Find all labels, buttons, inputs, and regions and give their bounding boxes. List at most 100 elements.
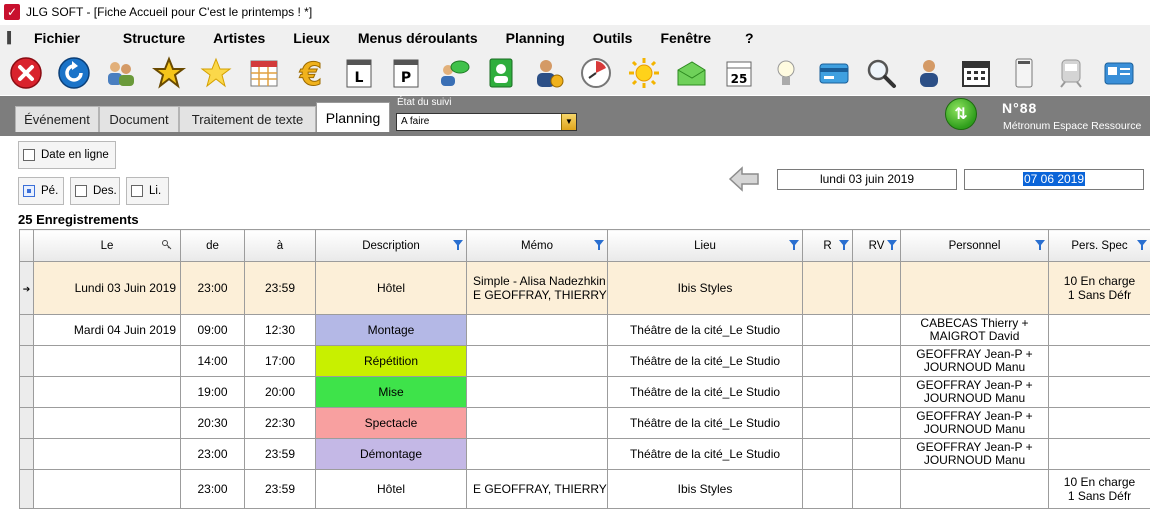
cell-personnel[interactable] bbox=[901, 470, 1049, 509]
cell-personnel[interactable]: GEOFFRAY Jean-P +JOURNOUD Manu bbox=[901, 346, 1049, 377]
user-money-icon[interactable] bbox=[531, 55, 567, 91]
cell-pers-spec[interactable]: 10 En charge1 Sans Défr bbox=[1049, 262, 1150, 315]
calendar-icon[interactable] bbox=[958, 55, 994, 91]
menu-planning[interactable]: Planning bbox=[506, 30, 565, 46]
col-rv[interactable]: RV bbox=[853, 230, 901, 262]
cell-le[interactable] bbox=[34, 408, 181, 439]
sync-icon[interactable]: ⇅ bbox=[945, 98, 977, 130]
cell-memo[interactable] bbox=[467, 377, 608, 408]
cell-a[interactable]: 17:00 bbox=[245, 346, 316, 377]
row-selector[interactable]: ➔ bbox=[20, 262, 34, 315]
suivi-select[interactable]: A faire ▼ bbox=[396, 113, 577, 131]
row-selector[interactable] bbox=[20, 408, 34, 439]
col-personnel[interactable]: Personnel bbox=[901, 230, 1049, 262]
cell-description[interactable]: Hôtel bbox=[316, 470, 467, 509]
cell-a[interactable]: 23:59 bbox=[245, 262, 316, 315]
cell-description[interactable]: Démontage bbox=[316, 439, 467, 470]
cell-lieu[interactable]: Théâtre de la cité_Le Studio bbox=[608, 408, 803, 439]
table-row[interactable]: 14:0017:00RépétitionThéâtre de la cité_L… bbox=[20, 346, 1150, 377]
date-input[interactable]: 07 06 2019 bbox=[964, 169, 1144, 190]
filter-icon[interactable] bbox=[1035, 240, 1045, 250]
tab-planning[interactable]: Planning bbox=[316, 102, 390, 132]
calendar-grid-icon[interactable] bbox=[246, 55, 282, 91]
col-description[interactable]: Description bbox=[316, 230, 467, 262]
col-pers-spec[interactable]: Pers. Spec bbox=[1049, 230, 1150, 262]
cell-description[interactable]: Spectacle bbox=[316, 408, 467, 439]
l-card-icon[interactable]: L bbox=[341, 55, 377, 91]
row-selector[interactable] bbox=[20, 377, 34, 408]
cell-memo[interactable] bbox=[467, 346, 608, 377]
menu-grip-icon[interactable]: ▌ bbox=[4, 30, 18, 46]
star-icon[interactable] bbox=[198, 55, 234, 91]
cell-le[interactable] bbox=[34, 377, 181, 408]
chat-icon[interactable] bbox=[436, 55, 472, 91]
clock-icon[interactable] bbox=[578, 55, 614, 91]
tab-traitement-de-texte[interactable]: Traitement de texte bbox=[179, 106, 316, 132]
menu-fichier[interactable]: Fichier bbox=[34, 30, 80, 46]
cell-r[interactable] bbox=[803, 346, 853, 377]
cell-r[interactable] bbox=[803, 315, 853, 346]
row-selector[interactable] bbox=[20, 470, 34, 509]
cell-personnel[interactable] bbox=[901, 262, 1049, 315]
cell-pers-spec[interactable] bbox=[1049, 408, 1150, 439]
cell-personnel[interactable]: GEOFFRAY Jean-P +JOURNOUD Manu bbox=[901, 408, 1049, 439]
col-memo[interactable]: Mémo bbox=[467, 230, 608, 262]
col-de[interactable]: de bbox=[181, 230, 245, 262]
cell-de[interactable]: 23:00 bbox=[181, 262, 245, 315]
cell-a[interactable]: 22:30 bbox=[245, 408, 316, 439]
cell-rv[interactable] bbox=[853, 408, 901, 439]
cell-a[interactable]: 23:59 bbox=[245, 470, 316, 509]
cell-a[interactable]: 20:00 bbox=[245, 377, 316, 408]
arrow-left-icon[interactable] bbox=[728, 166, 760, 192]
cell-a[interactable]: 23:59 bbox=[245, 439, 316, 470]
cell-pers-spec[interactable] bbox=[1049, 439, 1150, 470]
chevron-down-icon[interactable]: ▼ bbox=[561, 114, 576, 130]
cell-pers-spec[interactable] bbox=[1049, 315, 1150, 346]
row-selector[interactable] bbox=[20, 439, 34, 470]
cell-personnel[interactable]: CABECAS Thierry +MAIGROT David bbox=[901, 315, 1049, 346]
envelope-icon[interactable] bbox=[673, 55, 709, 91]
calendar-25-icon[interactable]: 25 bbox=[721, 55, 757, 91]
lightbulb-icon[interactable] bbox=[768, 55, 804, 91]
col-le[interactable]: Le bbox=[34, 230, 181, 262]
magnifier-icon[interactable] bbox=[863, 55, 899, 91]
cell-lieu[interactable]: Ibis Styles bbox=[608, 262, 803, 315]
cell-personnel[interactable]: GEOFFRAY Jean-P +JOURNOUD Manu bbox=[901, 377, 1049, 408]
table-row[interactable]: 23:0023:59Démontage Théâtre de la cité_Le… bbox=[20, 439, 1150, 470]
filter-pe-checkbox[interactable]: Pé. bbox=[18, 177, 64, 205]
cell-description[interactable]: Montage bbox=[316, 315, 467, 346]
menu-outils[interactable]: Outils bbox=[593, 30, 633, 46]
col-lieu[interactable]: Lieu bbox=[608, 230, 803, 262]
phone-icon[interactable] bbox=[1006, 55, 1042, 91]
cell-le[interactable] bbox=[34, 346, 181, 377]
person-icon[interactable] bbox=[911, 55, 947, 91]
cell-personnel[interactable]: GEOFFRAY Jean-P +JOURNOUD Manu bbox=[901, 439, 1049, 470]
cell-lieu[interactable]: Théâtre de la cité_Le Studio bbox=[608, 439, 803, 470]
cell-memo[interactable] bbox=[467, 408, 608, 439]
menu-fenetre[interactable]: Fenêtre bbox=[660, 30, 711, 46]
cell-le[interactable]: Lundi 03 Juin 2019 bbox=[34, 262, 181, 315]
cell-pers-spec[interactable] bbox=[1049, 377, 1150, 408]
tab-evenement[interactable]: Événement bbox=[15, 106, 99, 132]
cell-le[interactable]: Mardi 04 Juin 2019 bbox=[34, 315, 181, 346]
menu-structure[interactable]: Structure bbox=[123, 30, 185, 46]
cell-memo[interactable]: Simple - Alisa NadezhkinE GEOFFRAY, THIE… bbox=[467, 262, 608, 315]
cell-rv[interactable] bbox=[853, 315, 901, 346]
close-icon[interactable] bbox=[8, 55, 44, 91]
cell-de[interactable]: 23:00 bbox=[181, 439, 245, 470]
table-row[interactable]: ➔Lundi 03 Juin 201923:0023:59HôtelSimple… bbox=[20, 262, 1150, 315]
cell-description[interactable]: Répétition bbox=[316, 346, 467, 377]
cell-rv[interactable] bbox=[853, 346, 901, 377]
cell-description[interactable]: Mise bbox=[316, 377, 467, 408]
tab-document[interactable]: Document bbox=[99, 106, 179, 132]
table-row[interactable]: 19:0020:00MiseThéâtre de la cité_Le Stud… bbox=[20, 377, 1150, 408]
date-en-ligne-checkbox[interactable]: Date en ligne bbox=[18, 141, 116, 169]
filter-li-checkbox[interactable]: Li. bbox=[126, 177, 169, 205]
cell-de[interactable]: 09:00 bbox=[181, 315, 245, 346]
cell-memo[interactable] bbox=[467, 315, 608, 346]
credit-card-icon[interactable] bbox=[816, 55, 852, 91]
cell-de[interactable]: 23:00 bbox=[181, 470, 245, 509]
euro-icon[interactable]: € bbox=[293, 55, 329, 91]
cell-r[interactable] bbox=[803, 262, 853, 315]
table-row[interactable]: 20:3022:30SpectacleThéâtre de la cité_Le… bbox=[20, 408, 1150, 439]
